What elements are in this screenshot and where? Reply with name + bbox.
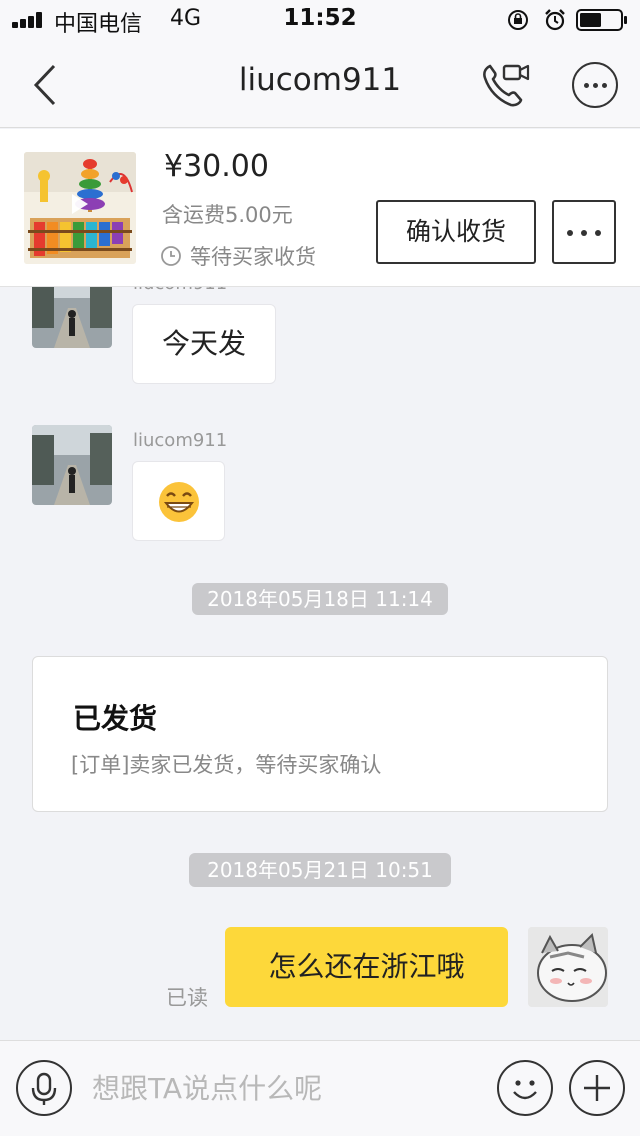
rotation-lock-icon (508, 10, 528, 30)
signal-icon (12, 12, 48, 28)
my-message-bubble[interactable]: 怎么还在浙江哦 (225, 927, 508, 1007)
phone-video-icon[interactable] (478, 60, 532, 110)
back-chevron-icon[interactable] (26, 62, 66, 108)
grinning-face-icon (159, 482, 199, 522)
my-avatar[interactable] (528, 927, 608, 1007)
order-card[interactable]: ¥30.00 含运费5.00元 等待买家收货 确认收货 (0, 129, 640, 287)
product-thumbnail[interactable] (24, 152, 136, 264)
sender-name: liucom911 (133, 430, 228, 451)
order-status-label: 等待买家收货 (190, 245, 316, 269)
read-receipt: 已读 (166, 986, 208, 1010)
confirm-receipt-button[interactable]: 确认收货 (376, 200, 536, 264)
shipped-description: [订单]卖家已发货，等待买家确认 (71, 753, 382, 777)
battery-icon (576, 9, 627, 31)
timestamp: 2018年05月18日 11:14 (192, 583, 448, 615)
order-status: 等待买家收货 (160, 241, 316, 271)
shipped-title: 已发货 (73, 702, 158, 735)
message-bubble[interactable]: 今天发 (132, 304, 276, 384)
message-input[interactable] (92, 1057, 482, 1119)
more-dots-icon[interactable] (572, 62, 618, 108)
nav-bar: liucom911 (0, 40, 640, 128)
add-icon[interactable] (569, 1060, 625, 1116)
clock-icon (161, 246, 181, 266)
timestamp: 2018年05月21日 10:51 (189, 853, 451, 887)
message-bubble[interactable] (132, 461, 225, 541)
carrier-label: 中国电信 (54, 12, 143, 37)
alarm-icon (545, 9, 565, 31)
status-bar: 中国电信 4G 11:52 (0, 0, 640, 40)
microphone-icon[interactable] (16, 1060, 72, 1116)
shipping-fee: 含运费5.00元 (162, 203, 293, 227)
order-more-button[interactable] (552, 200, 616, 264)
emoji-icon[interactable] (497, 1060, 553, 1116)
avatar[interactable] (32, 425, 112, 505)
page-title: liucom911 (238, 62, 402, 98)
price: ¥30.00 (164, 149, 269, 184)
shipped-notice-card[interactable]: 已发货 [订单]卖家已发货，等待买家确认 (32, 656, 608, 812)
input-bar (0, 1040, 640, 1136)
network-label: 4G (170, 6, 202, 31)
